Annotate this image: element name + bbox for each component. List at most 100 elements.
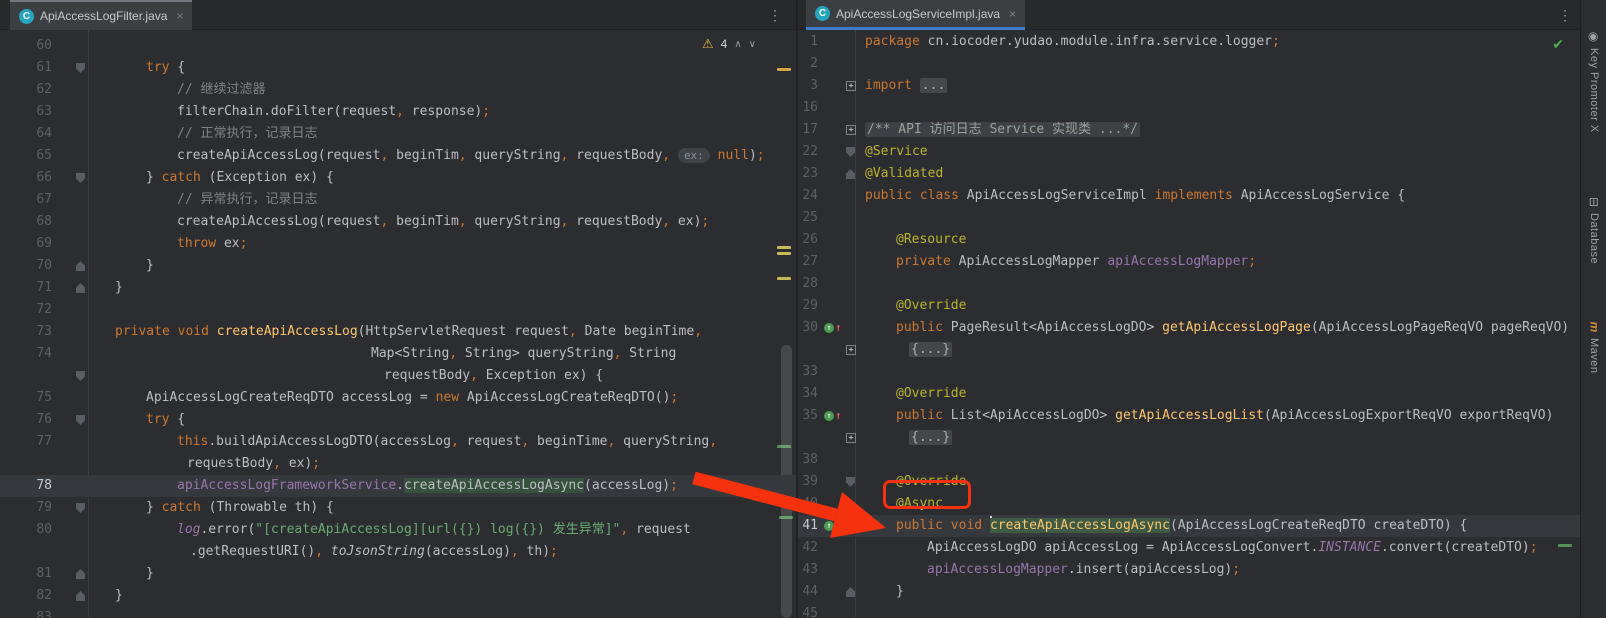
line-number[interactable]: 68 xyxy=(0,211,52,233)
code-line[interactable]: 27private ApiAccessLogMapper apiAccessLo… xyxy=(798,251,1580,273)
code-line[interactable]: 33 xyxy=(798,361,1580,383)
fold-marker-icon[interactable] xyxy=(846,169,855,179)
code-line[interactable]: 82} xyxy=(0,585,796,607)
code-line[interactable]: 60 xyxy=(0,35,796,57)
code-line[interactable]: 67// 异常执行，记录日志 xyxy=(0,189,796,211)
code-line[interactable]: requestBody, ex); xyxy=(0,453,796,475)
code-line[interactable]: 34@Override xyxy=(798,383,1580,405)
line-number[interactable]: 66 xyxy=(0,167,52,189)
fold-marker-icon[interactable] xyxy=(76,63,85,73)
line-number[interactable]: 63 xyxy=(0,101,52,123)
line-number[interactable]: 82 xyxy=(0,585,52,607)
code-line[interactable]: 70} xyxy=(0,255,796,277)
line-number[interactable]: 78 xyxy=(0,475,52,497)
line-number[interactable]: 81 xyxy=(0,563,52,585)
code-line[interactable]: 24public class ApiAccessLogServiceImpl i… xyxy=(798,185,1580,207)
line-number[interactable]: 16 xyxy=(798,97,818,119)
tab-apiaccesslogserviceimpl[interactable]: C ApiAccessLogServiceImpl.java × xyxy=(806,0,1025,30)
code-line[interactable]: 16 xyxy=(798,97,1580,119)
code-line[interactable]: 29@Override xyxy=(798,295,1580,317)
line-number[interactable]: 70 xyxy=(0,255,52,277)
fold-marker-icon[interactable] xyxy=(76,173,85,183)
line-number[interactable]: 74 xyxy=(0,343,52,365)
line-number[interactable]: 44 xyxy=(798,581,818,603)
line-number[interactable]: 73 xyxy=(0,321,52,343)
code-editor-right[interactable]: ✔ 1package cn.iocoder.yudao.module.infra… xyxy=(798,30,1580,618)
code-line[interactable]: 77this.buildApiAccessLogDTO(accessLog, r… xyxy=(0,431,796,453)
code-line[interactable]: 74Map<String, String> queryString, Strin… xyxy=(0,343,796,365)
fold-marker-icon[interactable] xyxy=(76,569,85,579)
line-number[interactable]: 17 xyxy=(798,119,818,141)
override-method-icon[interactable]: ↑↑ xyxy=(824,323,842,333)
code-line[interactable]: 43apiAccessLogMapper.insert(apiAccessLog… xyxy=(798,559,1580,581)
code-line[interactable]: +{...} xyxy=(798,427,1580,449)
code-line[interactable]: 65createApiAccessLog(request, beginTim, … xyxy=(0,145,796,167)
code-line[interactable]: 68createApiAccessLog(request, beginTim, … xyxy=(0,211,796,233)
code-line[interactable]: 76try { xyxy=(0,409,796,431)
fold-marker-icon[interactable] xyxy=(76,261,85,271)
code-line[interactable]: 62// 继续过滤器 xyxy=(0,79,796,101)
code-line[interactable]: 39@Override xyxy=(798,471,1580,493)
line-number[interactable]: 41 xyxy=(798,515,818,537)
code-line[interactable]: 26@Resource xyxy=(798,229,1580,251)
line-number[interactable]: 38 xyxy=(798,449,818,471)
line-number[interactable]: 1 xyxy=(798,31,818,53)
code-line[interactable]: 72 xyxy=(0,299,796,321)
line-number[interactable]: 69 xyxy=(0,233,52,255)
code-editor-left[interactable]: ⚠ 4 ∧ ∨ 6061try {62// 继续过滤器63filterChain… xyxy=(0,30,796,618)
code-line[interactable]: 81} xyxy=(0,563,796,585)
line-number[interactable]: 25 xyxy=(798,207,818,229)
code-line[interactable]: 42ApiAccessLogDO apiAccessLog = ApiAcces… xyxy=(798,537,1580,559)
code-line[interactable]: 25 xyxy=(798,207,1580,229)
code-line[interactable]: 3+import ... xyxy=(798,75,1580,97)
tool-button-database[interactable]: ⊟ Database xyxy=(1581,195,1606,264)
code-line[interactable]: 40@Async xyxy=(798,493,1580,515)
code-line[interactable]: 38 xyxy=(798,449,1580,471)
fold-marker-icon[interactable] xyxy=(846,499,855,509)
line-number[interactable]: 35 xyxy=(798,405,818,427)
code-line[interactable]: 78apiAccessLogFrameworkService.createApi… xyxy=(0,475,796,497)
code-line[interactable]: 69throw ex; xyxy=(0,233,796,255)
code-line[interactable]: 1package cn.iocoder.yudao.module.infra.s… xyxy=(798,31,1580,53)
line-number[interactable]: 43 xyxy=(798,559,818,581)
code-line[interactable]: 30↑↑public PageResult<ApiAccessLogDO> ge… xyxy=(798,317,1580,339)
code-line[interactable]: 2 xyxy=(798,53,1580,75)
line-number[interactable]: 3 xyxy=(798,75,818,97)
code-line[interactable]: 45 xyxy=(798,603,1580,618)
fold-marker-icon[interactable] xyxy=(846,477,855,487)
more-options-icon[interactable]: ⋮ xyxy=(766,5,784,25)
line-number[interactable]: 24 xyxy=(798,185,818,207)
code-line[interactable]: .getRequestURI(), toJsonString(accessLog… xyxy=(0,541,796,563)
line-number[interactable]: 71 xyxy=(0,277,52,299)
code-line[interactable]: requestBody, Exception ex) { xyxy=(0,365,796,387)
code-line[interactable]: 23@Validated xyxy=(798,163,1580,185)
code-line[interactable]: 64// 正常执行，记录日志 xyxy=(0,123,796,145)
line-number[interactable]: 22 xyxy=(798,141,818,163)
line-number[interactable]: 65 xyxy=(0,145,52,167)
line-number[interactable]: 75 xyxy=(0,387,52,409)
line-number[interactable]: 29 xyxy=(798,295,818,317)
code-line[interactable]: +{...} xyxy=(798,339,1580,361)
line-number[interactable]: 2 xyxy=(798,53,818,75)
line-number[interactable]: 39 xyxy=(798,471,818,493)
code-line[interactable]: 44} xyxy=(798,581,1580,603)
line-number[interactable]: 27 xyxy=(798,251,818,273)
line-number[interactable]: 72 xyxy=(0,299,52,321)
tab-apiaccesslogfilter[interactable]: C ApiAccessLogFilter.java × xyxy=(10,0,192,30)
close-icon[interactable]: × xyxy=(1009,7,1016,21)
line-number[interactable]: 76 xyxy=(0,409,52,431)
line-number[interactable]: 45 xyxy=(798,603,818,618)
fold-marker-icon[interactable] xyxy=(76,415,85,425)
fold-marker-icon[interactable] xyxy=(76,283,85,293)
code-line[interactable]: 79} catch (Throwable th) { xyxy=(0,497,796,519)
code-line[interactable]: 66} catch (Exception ex) { xyxy=(0,167,796,189)
unfold-icon[interactable]: + xyxy=(846,81,856,91)
override-method-icon[interactable]: ↑↑ xyxy=(824,521,842,531)
line-number[interactable]: 33 xyxy=(798,361,818,383)
line-number[interactable]: 67 xyxy=(0,189,52,211)
line-number[interactable]: 80 xyxy=(0,519,52,541)
fold-marker-icon[interactable] xyxy=(76,371,85,381)
line-number[interactable]: 40 xyxy=(798,493,818,515)
line-number[interactable]: 60 xyxy=(0,35,52,57)
line-number[interactable]: 42 xyxy=(798,537,818,559)
